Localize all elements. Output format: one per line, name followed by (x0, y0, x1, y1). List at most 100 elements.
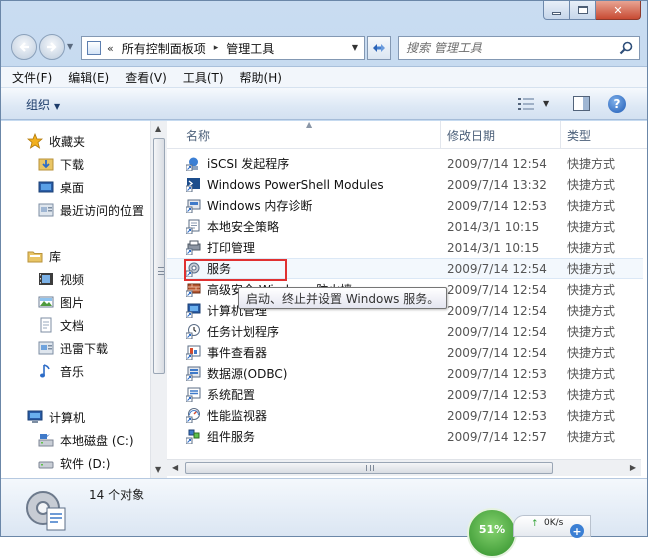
file-type: 快捷方式 (567, 304, 616, 318)
file-row-services[interactable]: 服务 2009/7/14 12:54 快捷方式 (167, 258, 643, 279)
refresh-button[interactable] (367, 36, 391, 60)
help-button[interactable]: ? (608, 95, 626, 113)
file-name: 性能监视器 (207, 409, 268, 423)
file-row-iscsi[interactable]: iSCSI 发起程序 2009/7/14 12:54 快捷方式 (167, 153, 643, 174)
file-row-component-services[interactable]: 组件服务 2009/7/14 12:57 快捷方式 (167, 426, 643, 447)
file-row-local-security-policy[interactable]: 本地安全策略 2014/3/1 10:15 快捷方式 (167, 216, 643, 237)
nav-libraries[interactable]: 库 (27, 245, 61, 267)
menu-tools[interactable]: 工具(T) (183, 69, 224, 86)
libraries-icon (27, 251, 43, 263)
address-overflow-chevron[interactable]: « (107, 42, 114, 55)
scroll-thumb[interactable] (153, 138, 165, 374)
network-speed-widget[interactable]: ↑ 0K/s + (513, 515, 591, 538)
file-date: 2014/3/1 10:15 (447, 240, 540, 255)
file-row-event-viewer[interactable]: 事件查看器 2009/7/14 12:54 快捷方式 (167, 342, 643, 363)
file-type: 快捷方式 (567, 157, 616, 171)
file-date: 2009/7/14 12:54 (447, 345, 547, 360)
file-name: Windows 内存诊断 (207, 199, 313, 213)
file-row-odbc-data-sources[interactable]: 数据源(ODBC) 2009/7/14 12:53 快捷方式 (167, 363, 643, 384)
forward-button[interactable] (39, 34, 65, 60)
nav-local-disk-c[interactable]: 本地磁盘 (C:) (38, 429, 134, 451)
back-button[interactable] (11, 34, 37, 60)
file-row-performance-monitor[interactable]: 性能监视器 2009/7/14 12:53 快捷方式 (167, 405, 643, 426)
powershell-shortcut-icon (186, 178, 200, 192)
file-row-memory-diagnostic[interactable]: Windows 内存诊断 2009/7/14 12:53 快捷方式 (167, 195, 643, 216)
nav-recent-places-label: 最近访问的位置 (60, 203, 145, 218)
firewall-shortcut-icon (186, 283, 201, 297)
security-policy-shortcut-icon (186, 219, 200, 234)
favorites-star-icon (27, 133, 43, 149)
file-row-task-scheduler[interactable]: 任务计划程序 2009/7/14 12:54 快捷方式 (167, 321, 643, 342)
column-divider[interactable] (560, 121, 561, 149)
recent-places-icon (38, 203, 54, 217)
component-services-shortcut-icon (186, 429, 200, 444)
scroll-left-icon[interactable]: ◀ (172, 463, 178, 472)
scroll-up-icon[interactable]: ▲ (155, 124, 161, 133)
scroll-right-icon[interactable]: ▶ (630, 463, 636, 472)
file-type: 快捷方式 (567, 388, 616, 402)
preview-pane-button[interactable] (573, 96, 590, 111)
maximize-button[interactable] (570, 1, 596, 20)
close-button[interactable]: ✕ (596, 1, 641, 20)
downloads-folder-icon (38, 158, 54, 171)
view-options-icon[interactable] (518, 97, 534, 111)
nav-downloads[interactable]: 下载 (38, 153, 84, 175)
file-date: 2009/7/14 13:32 (447, 177, 547, 192)
address-segment-control-panel[interactable]: 所有控制面板项 (122, 40, 206, 57)
nav-favorites[interactable]: 收藏夹 (27, 130, 85, 152)
add-button[interactable]: + (570, 524, 584, 538)
file-name: Windows PowerShell Modules (207, 177, 384, 192)
column-type[interactable]: 类型 (567, 127, 591, 144)
column-divider[interactable] (440, 121, 441, 149)
file-type: 快捷方式 (567, 220, 616, 234)
address-separator-icon[interactable]: ▸ (214, 43, 219, 53)
file-date: 2009/7/14 12:53 (447, 387, 547, 402)
nav-documents-label: 文档 (60, 318, 85, 333)
refresh-icon (373, 44, 385, 52)
file-date: 2009/7/14 12:53 (447, 408, 547, 423)
navpane-vertical-scrollbar[interactable]: ▲ ▼ (150, 121, 167, 478)
menu-edit[interactable]: 编辑(E) (68, 69, 109, 86)
column-date-modified[interactable]: 修改日期 (447, 127, 495, 144)
minimize-button[interactable] (543, 1, 570, 20)
address-segment-admin-tools[interactable]: 管理工具 (226, 40, 274, 57)
nav-thunder-downloads[interactable]: 迅雷下载 (38, 337, 108, 359)
nav-drive-d[interactable]: 软件 (D:) (38, 452, 110, 474)
menu-view[interactable]: 查看(V) (125, 69, 167, 86)
nav-music[interactable]: 音乐 (38, 360, 84, 382)
horizontal-scroll-thumb[interactable] (185, 462, 553, 474)
menu-help[interactable]: 帮助(H) (240, 69, 282, 86)
file-date: 2009/7/14 12:54 (447, 156, 547, 171)
file-row-print-management[interactable]: 打印管理 2014/3/1 10:15 快捷方式 (167, 237, 643, 258)
nav-pictures[interactable]: 图片 (38, 291, 84, 313)
organize-button[interactable]: 组织 ▼ (26, 96, 60, 113)
memory-diagnostic-shortcut-icon (186, 199, 201, 213)
menu-bar: 文件(F) 编辑(E) 查看(V) 工具(T) 帮助(H) (1, 66, 647, 88)
search-box[interactable] (398, 36, 640, 60)
nav-desktop[interactable]: 桌面 (38, 176, 84, 198)
scroll-down-icon[interactable]: ▼ (155, 465, 161, 474)
address-bar[interactable]: « 所有控制面板项 ▸ 管理工具 ▼ (81, 36, 365, 60)
search-icon[interactable] (619, 41, 633, 55)
recent-pages-dropdown-icon[interactable]: ▼ (67, 42, 73, 51)
nav-desktop-label: 桌面 (60, 180, 85, 195)
nav-computer[interactable]: 计算机 (27, 406, 85, 428)
nav-recent-places[interactable]: 最近访问的位置 (38, 199, 144, 221)
address-dropdown-icon[interactable]: ▼ (352, 43, 358, 52)
file-type: 快捷方式 (567, 367, 616, 381)
organize-dropdown-icon: ▼ (54, 102, 61, 111)
file-date: 2014/3/1 10:15 (447, 219, 540, 234)
file-date: 2009/7/14 12:57 (447, 429, 547, 444)
search-input[interactable] (406, 41, 616, 55)
file-row-powershell-modules[interactable]: Windows PowerShell Modules 2009/7/14 13:… (167, 174, 643, 195)
menu-file[interactable]: 文件(F) (12, 69, 52, 86)
view-options-dropdown-icon[interactable]: ▼ (543, 99, 549, 108)
services-shortcut-icon (186, 262, 200, 277)
file-row-system-configuration[interactable]: 系统配置 2009/7/14 12:53 快捷方式 (167, 384, 643, 405)
nav-videos[interactable]: 视频 (38, 268, 84, 290)
file-list-horizontal-scrollbar[interactable]: ◀ ▶ (167, 459, 641, 476)
system-usage-meter[interactable]: 51% (467, 508, 517, 558)
column-name[interactable]: 名称 (186, 127, 210, 144)
nav-documents[interactable]: 文档 (38, 314, 84, 336)
local-disk-icon (38, 434, 54, 447)
